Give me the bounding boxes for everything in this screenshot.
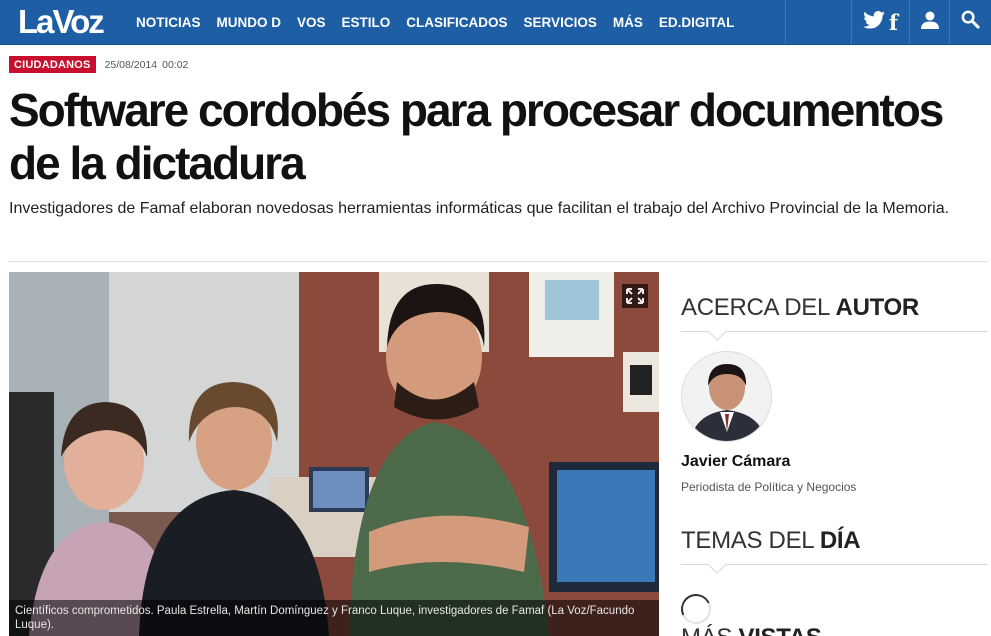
publish-date: 25/08/2014 <box>104 58 158 71</box>
nav-item-servicios[interactable]: SERVICIOS <box>516 0 605 45</box>
topics-heading: TEMAS DEL DÍA <box>681 527 987 555</box>
twitter-icon[interactable] <box>863 10 885 34</box>
about-author-heading-light: ACERCA DEL <box>681 294 836 321</box>
most-viewed-heading-light: MÁS <box>681 624 738 636</box>
publish-time: 00:02 <box>162 58 189 71</box>
search-icon <box>961 10 980 34</box>
about-author-heading-bold: AUTOR <box>835 294 920 321</box>
heading-notch <box>707 321 727 341</box>
header-divider <box>9 261 987 262</box>
photo-illustration <box>9 272 659 636</box>
photo-caption: Científicos comprometidos. Paula Estrell… <box>9 600 659 636</box>
fullscreen-icon <box>626 288 644 304</box>
topics-heading-bold: DÍA <box>819 527 861 554</box>
author-name[interactable]: Javier Cámara <box>681 453 790 471</box>
nav-actions: f <box>785 0 991 44</box>
about-author-heading: ACERCA DEL AUTOR <box>681 294 987 322</box>
search-button[interactable] <box>949 0 991 44</box>
author-avatar[interactable] <box>681 351 772 442</box>
user-button[interactable] <box>909 0 949 44</box>
nav-spacer <box>785 0 851 44</box>
main-nav: NOTICIAS MUNDO D VOS ESTILO CLASIFICADOS… <box>128 0 742 45</box>
nav-item-mundo-d[interactable]: MUNDO D <box>209 0 290 45</box>
social-links: f <box>851 0 909 44</box>
author-role: Periodista de Política y Negocios <box>681 480 857 494</box>
loading-spinner-icon <box>676 589 716 629</box>
article-meta: CIUDADANOS 25/08/2014 00:02 <box>9 56 188 73</box>
facebook-icon[interactable]: f <box>889 12 898 33</box>
author-avatar-illustration <box>682 352 771 441</box>
heading-notch <box>707 554 727 574</box>
nav-item-mas[interactable]: MÁS <box>605 0 651 45</box>
article-photo[interactable]: Científicos comprometidos. Paula Estrell… <box>9 272 659 636</box>
article-subtitle: Investigadores de Famaf elaboran novedos… <box>9 200 950 217</box>
topics-rule <box>681 564 987 565</box>
nav-item-noticias[interactable]: NOTICIAS <box>128 0 209 45</box>
section-badge[interactable]: CIUDADANOS <box>9 56 96 73</box>
user-icon <box>920 11 940 34</box>
nav-item-ed-digital[interactable]: ED.DIGITAL <box>651 0 743 45</box>
article-headline: Software cordobés para procesar document… <box>9 84 944 189</box>
lavoz-logo[interactable]: LaVoz <box>18 3 105 41</box>
nav-item-estilo[interactable]: ESTILO <box>334 0 399 45</box>
nav-item-vos[interactable]: VOS <box>289 0 334 45</box>
most-viewed-heading-bold: VISTAS <box>738 624 821 636</box>
top-navbar: LaVoz NOTICIAS MUNDO D VOS ESTILO CLASIF… <box>0 0 991 45</box>
topics-heading-light: TEMAS DEL <box>681 527 820 554</box>
about-author-rule <box>681 331 987 332</box>
nav-item-clasificados[interactable]: CLASIFICADOS <box>398 0 515 45</box>
expand-photo-button[interactable] <box>622 284 648 308</box>
most-viewed-heading: MÁS VISTAS <box>681 624 987 636</box>
